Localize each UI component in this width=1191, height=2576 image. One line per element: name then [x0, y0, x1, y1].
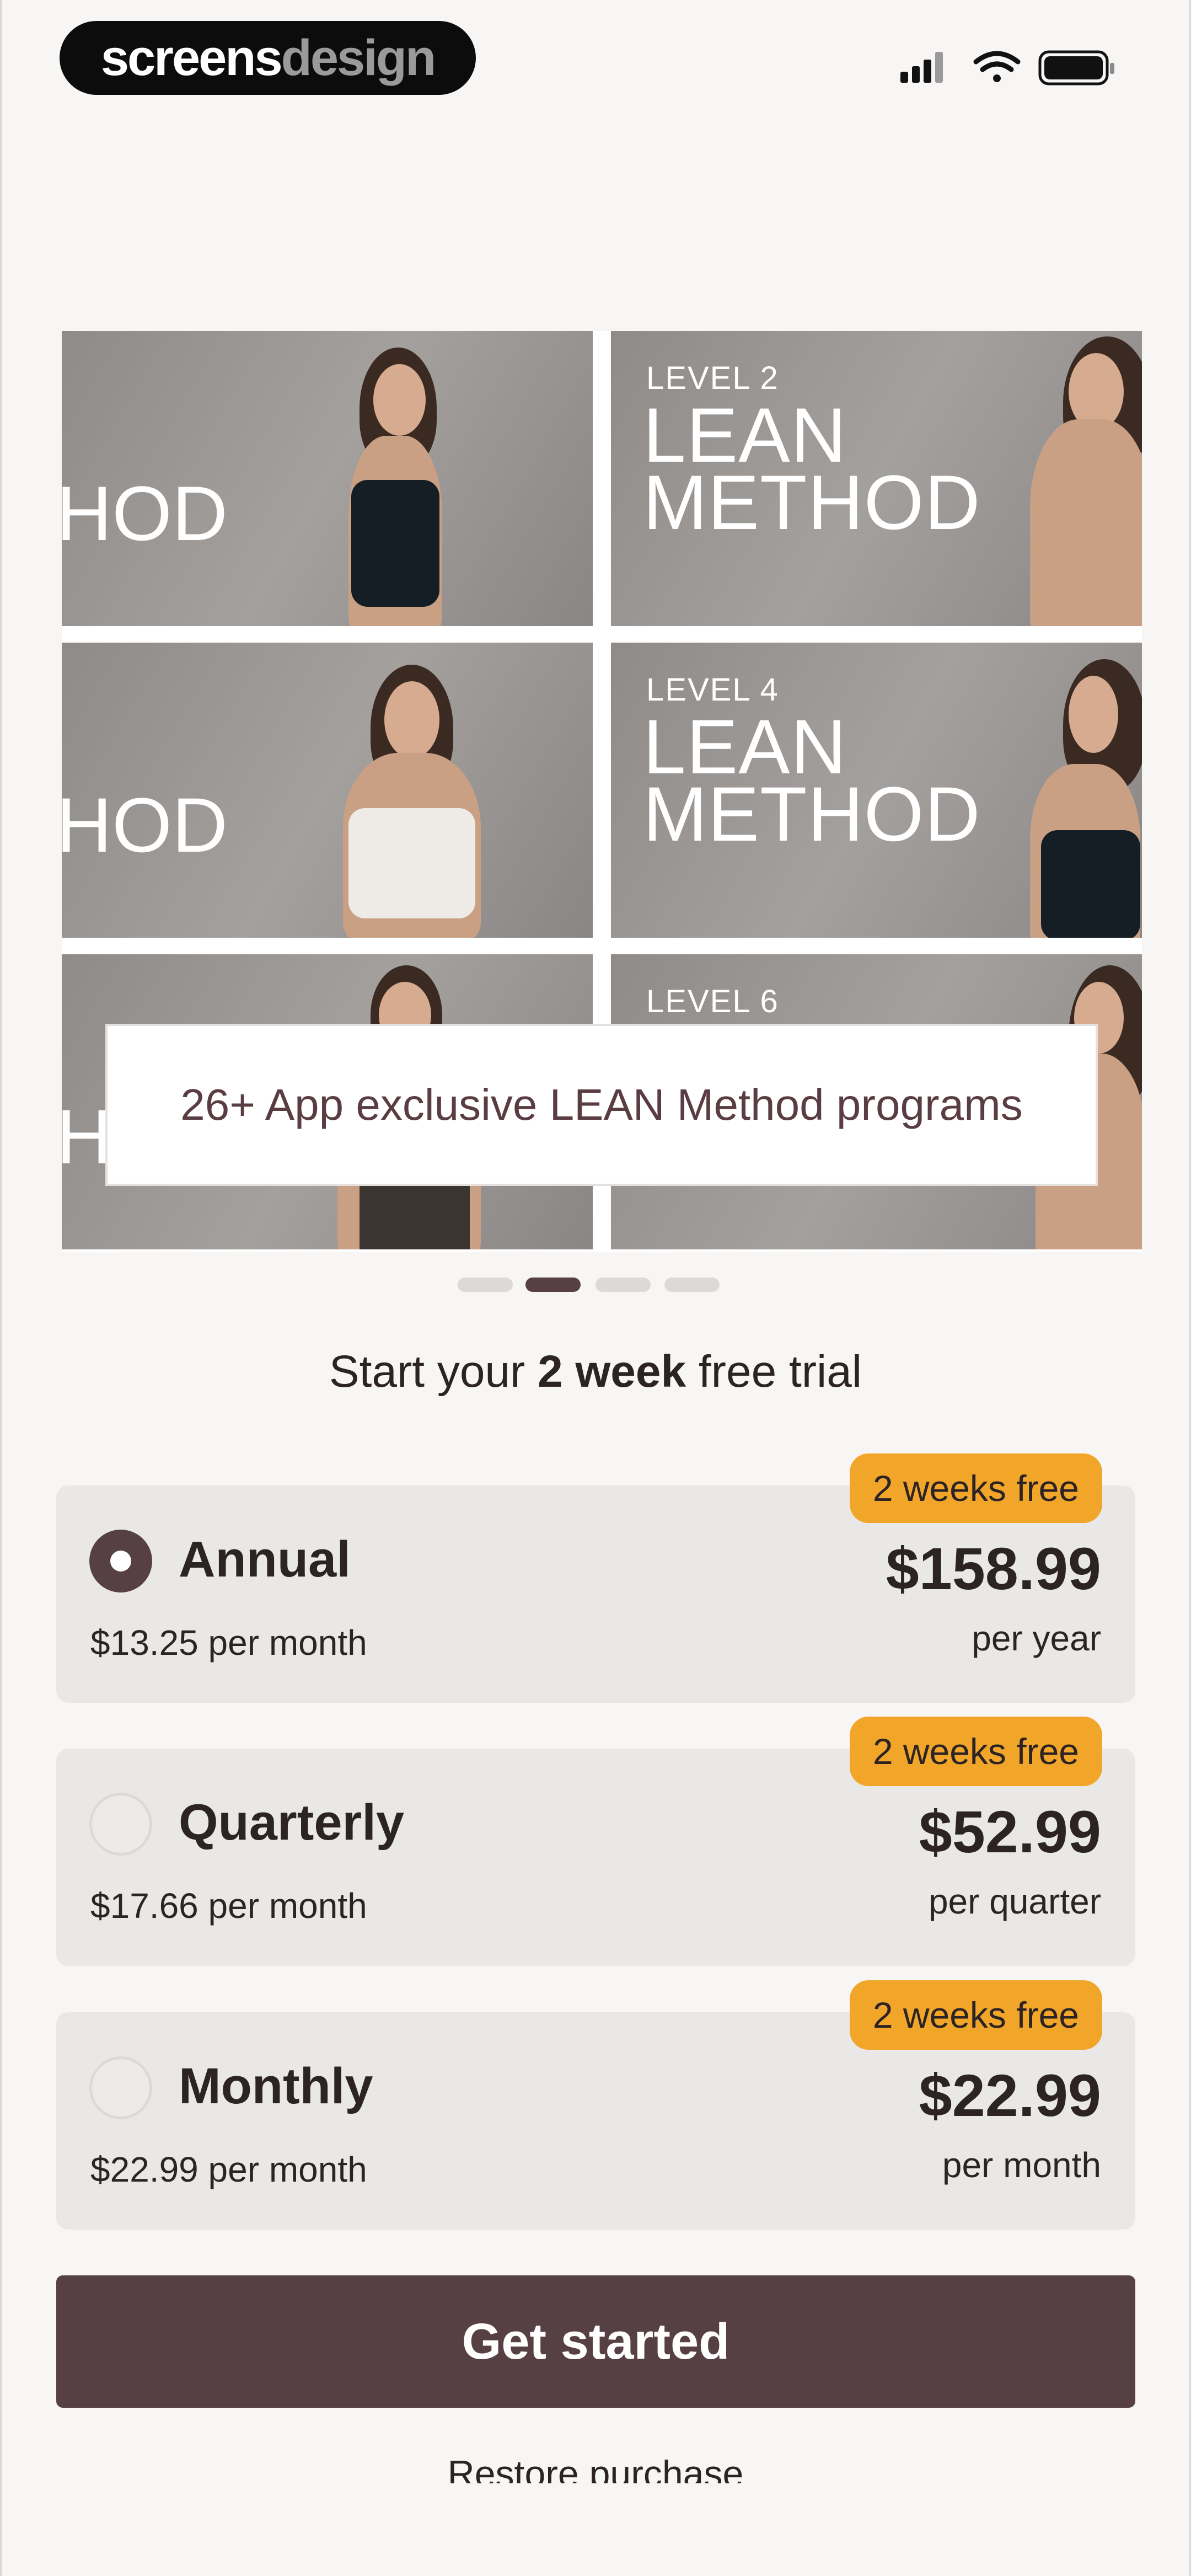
- free-trial-badge: 2 weeks free: [849, 1980, 1102, 2050]
- restore-purchase-label[interactable]: Restore purchase: [448, 2453, 744, 2483]
- plan-price: $158.99: [886, 1535, 1101, 1602]
- plan-option-monthly[interactable]: Monthly $22.99 per month 2 weeks free $2…: [56, 1980, 1135, 2230]
- program-tile[interactable]: LEVEL 2 LEAN METHOD: [611, 331, 1142, 626]
- plan-period: per quarter: [928, 1882, 1101, 1921]
- tile-title: LEAN METHOD: [643, 392, 981, 546]
- tile-title: HOD: [62, 470, 228, 557]
- free-trial-badge: 2 weeks free: [849, 1453, 1102, 1523]
- program-tile[interactable]: HOD: [62, 643, 593, 938]
- plan-price: $52.99: [919, 1798, 1101, 1865]
- tile-level: LEVEL 6: [646, 984, 779, 1019]
- restore-purchase-link[interactable]: Restore purchase: [0, 2449, 1191, 2483]
- plan-price: $22.99: [919, 2062, 1101, 2129]
- tile-title: HOD: [62, 782, 228, 868]
- plan-option-annual[interactable]: Annual $13.25 per month 2 weeks free $15…: [56, 1453, 1135, 1703]
- page-dot[interactable]: [664, 1278, 720, 1292]
- plan-monthly-price: $17.66 per month: [90, 1886, 367, 1926]
- brand-logo-part2: design: [281, 29, 436, 86]
- plan-monthly-price: $13.25 per month: [90, 1623, 367, 1663]
- plan-period: per year: [972, 1618, 1101, 1658]
- get-started-button[interactable]: Get started: [56, 2275, 1135, 2408]
- radio-unselected-icon[interactable]: [89, 2056, 152, 2119]
- tile-level: LEVEL 2: [646, 360, 779, 396]
- plan-name: Quarterly: [179, 1794, 405, 1851]
- promo-caption: 26+ App exclusive LEAN Method programs: [105, 1024, 1098, 1186]
- plan-name: Annual: [179, 1531, 351, 1588]
- free-trial-badge: 2 weeks free: [849, 1717, 1102, 1786]
- cellular-signal-icon: [900, 52, 943, 83]
- battery-icon: [1038, 50, 1114, 85]
- status-icons: [900, 50, 1114, 85]
- page-dot[interactable]: [596, 1278, 651, 1292]
- tile-title: H: [62, 1093, 112, 1180]
- program-tile[interactable]: HOD: [62, 331, 593, 626]
- radio-unselected-icon[interactable]: [89, 1793, 152, 1856]
- page-dot-active[interactable]: [525, 1278, 581, 1292]
- plan-option-quarterly[interactable]: Quarterly $17.66 per month 2 weeks free …: [56, 1717, 1135, 1966]
- tile-level: LEVEL 4: [646, 672, 779, 708]
- page-dot[interactable]: [458, 1278, 513, 1292]
- trial-heading: Start your 2 week free trial: [329, 1346, 862, 1397]
- program-tile[interactable]: LEVEL 4 LEAN METHOD: [611, 643, 1142, 938]
- plan-monthly-price: $22.99 per month: [90, 2150, 367, 2189]
- tile-title: LEAN METHOD: [643, 703, 981, 857]
- brand-logo-part1: screens: [100, 29, 283, 86]
- radio-selected-icon[interactable]: [89, 1530, 152, 1592]
- plan-name: Monthly: [179, 2058, 373, 2114]
- plan-period: per month: [942, 2145, 1101, 2185]
- brand-logo: screens design: [60, 21, 476, 95]
- carousel-pagination[interactable]: [0, 1278, 1191, 1292]
- wifi-icon: [973, 51, 1021, 82]
